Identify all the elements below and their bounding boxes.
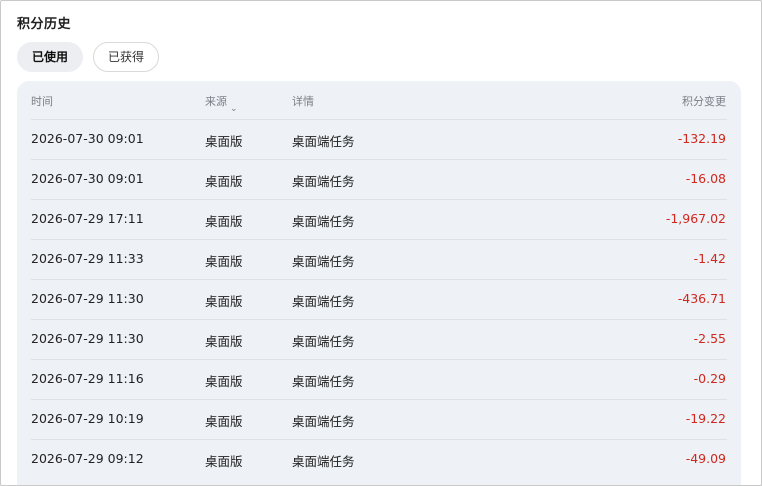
row-detail: 桌面端任务 xyxy=(292,294,355,309)
table-row: 2026-07-29 11:33 桌面版 桌面端任务 -1.42 xyxy=(17,239,741,279)
tab-used[interactable]: 已使用 xyxy=(17,42,84,72)
row-time: 2026-07-29 10:19 xyxy=(31,411,144,426)
header-source-label: 来源 xyxy=(205,95,227,108)
row-time: 2026-07-29 11:30 xyxy=(31,331,144,346)
table-row: 2026-07-29 09:12 桌面版 桌面端任务 -49.09 xyxy=(17,439,741,479)
chevron-down-icon: ⌄ xyxy=(230,104,238,114)
header-detail: 详情 xyxy=(292,95,314,108)
row-source: 桌面版 xyxy=(205,374,243,389)
header-change: 积分变更 xyxy=(682,95,726,108)
row-source: 桌面版 xyxy=(205,214,243,229)
row-time: 2026-07-29 11:30 xyxy=(31,291,144,306)
header-source-filter[interactable]: 来源 ⌄ xyxy=(205,93,238,114)
tab-bar: 已使用 已获得 xyxy=(17,42,160,72)
row-detail: 桌面端任务 xyxy=(292,374,355,389)
table-body: 2026-07-30 09:01 桌面版 桌面端任务 -132.19 2026-07-3… xyxy=(17,119,741,479)
points-history-window: 积分历史 已使用 已获得 时间 来源 ⌄ 详情 积分变更 2026-07-30 0… xyxy=(0,0,762,486)
table-row: 2026-07-29 10:19 桌面版 桌面端任务 -19.22 xyxy=(17,399,741,439)
row-source: 桌面版 xyxy=(205,414,243,429)
row-points-change: -1,967.02 xyxy=(665,211,726,226)
row-points-change: -132.19 xyxy=(677,131,726,146)
row-source: 桌面版 xyxy=(205,254,243,269)
tab-earned[interactable]: 已获得 xyxy=(93,42,160,72)
row-source: 桌面版 xyxy=(205,134,243,149)
table-row: 2026-07-29 17:11 桌面版 桌面端任务 -1,967.02 xyxy=(17,199,741,239)
row-points-change: -19.22 xyxy=(685,411,726,426)
row-source: 桌面版 xyxy=(205,454,243,469)
row-time: 2026-07-29 09:12 xyxy=(31,451,144,466)
page-title: 积分历史 xyxy=(17,17,72,32)
row-source: 桌面版 xyxy=(205,174,243,189)
row-detail: 桌面端任务 xyxy=(292,134,355,149)
history-table: 时间 来源 ⌄ 详情 积分变更 2026-07-30 09:01 桌面版 桌面端任务 -… xyxy=(17,81,741,485)
table-row: 2026-07-29 11:16 桌面版 桌面端任务 -0.29 xyxy=(17,359,741,399)
row-time: 2026-07-29 11:16 xyxy=(31,371,144,386)
row-detail: 桌面端任务 xyxy=(292,254,355,269)
row-detail: 桌面端任务 xyxy=(292,174,355,189)
row-detail: 桌面端任务 xyxy=(292,454,355,469)
row-time: 2026-07-30 09:01 xyxy=(31,131,144,146)
row-points-change: -1.42 xyxy=(693,251,726,266)
row-points-change: -2.55 xyxy=(693,331,726,346)
table-row: 2026-07-29 11:30 桌面版 桌面端任务 -436.71 xyxy=(17,279,741,319)
table-row: 2026-07-30 09:01 桌面版 桌面端任务 -16.08 xyxy=(17,159,741,199)
table-row: 2026-07-30 09:01 桌面版 桌面端任务 -132.19 xyxy=(17,119,741,159)
row-detail: 桌面端任务 xyxy=(292,414,355,429)
table-header: 时间 来源 ⌄ 详情 积分变更 xyxy=(17,81,741,119)
row-time: 2026-07-29 17:11 xyxy=(31,211,144,226)
row-time: 2026-07-29 11:33 xyxy=(31,251,144,266)
row-source: 桌面版 xyxy=(205,294,243,309)
table-row: 2026-07-29 11:30 桌面版 桌面端任务 -2.55 xyxy=(17,319,741,359)
row-detail: 桌面端任务 xyxy=(292,214,355,229)
row-time: 2026-07-30 09:01 xyxy=(31,171,144,186)
row-points-change: -0.29 xyxy=(693,371,726,386)
row-points-change: -16.08 xyxy=(685,171,726,186)
row-source: 桌面版 xyxy=(205,334,243,349)
header-time: 时间 xyxy=(31,95,53,108)
row-points-change: -436.71 xyxy=(677,291,726,306)
row-detail: 桌面端任务 xyxy=(292,334,355,349)
row-points-change: -49.09 xyxy=(685,451,726,466)
